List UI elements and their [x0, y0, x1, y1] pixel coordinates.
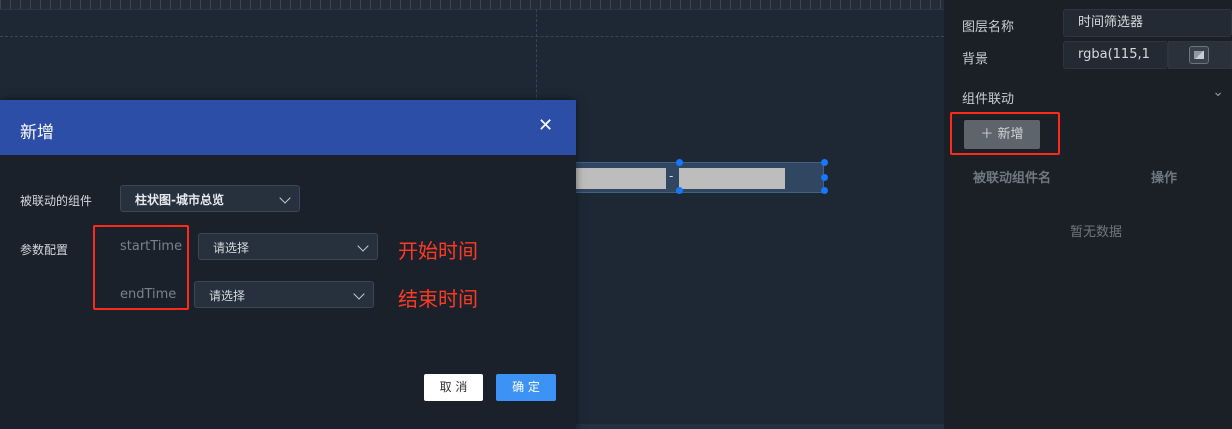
linked-component-label: 被联动的组件: [20, 194, 93, 208]
color-swatch-icon: [1189, 46, 1209, 64]
start-date-box: [576, 168, 666, 189]
add-linkage-button[interactable]: ＋ 新增: [964, 120, 1040, 149]
chevron-down-icon: ⌄: [1212, 84, 1224, 100]
resize-handle-top-right[interactable]: [821, 159, 828, 166]
table-header-actions: 操作: [1151, 171, 1178, 186]
resize-handle-right[interactable]: [821, 174, 828, 181]
background-color-input[interactable]: rgba(115,1: [1063, 41, 1168, 69]
chevron-down-icon: [279, 192, 291, 204]
resize-handle-bottom-right[interactable]: [821, 187, 828, 194]
end-time-select[interactable]: 请选择: [194, 281, 374, 308]
properties-panel: 图层名称 时间筛选器 背景 rgba(115,1 组件联动 ⌄ ＋ 新增 被联动…: [944, 0, 1232, 429]
empty-state-text: 暂无数据: [1070, 225, 1123, 240]
param-config-label: 参数配置: [20, 243, 69, 257]
close-icon[interactable]: ✕: [538, 117, 553, 135]
top-ruler: [0, 0, 944, 10]
background-label: 背景: [962, 52, 989, 67]
horizontal-guide-line: [0, 36, 944, 37]
dialog-title: 新增: [20, 123, 54, 143]
param-name-start: startTime: [120, 239, 183, 254]
dialog-header: 新增 ✕: [0, 100, 576, 155]
resize-handle-top[interactable]: [676, 159, 683, 166]
param-name-end: endTime: [120, 287, 177, 302]
end-date-box: [679, 168, 785, 189]
cancel-button[interactable]: 取 消: [424, 374, 483, 401]
layer-name-input[interactable]: 时间筛选器: [1063, 9, 1232, 37]
chevron-down-icon: [357, 240, 369, 252]
linkage-section-label: 组件联动: [962, 92, 1015, 107]
chevron-down-icon: [353, 288, 365, 300]
linked-component-value: 柱状图-城市总览: [135, 193, 224, 207]
table-header-component: 被联动组件名: [973, 171, 1052, 186]
resize-handle-bottom[interactable]: [676, 187, 683, 194]
start-time-select[interactable]: 请选择: [198, 233, 378, 260]
color-picker-button[interactable]: [1168, 41, 1232, 69]
add-linkage-dialog: 新增 ✕ 被联动的组件 柱状图-城市总览 参数配置 startTime 请选择 …: [0, 100, 576, 429]
start-time-annotation: 开始时间: [398, 239, 478, 263]
end-time-placeholder: 请选择: [209, 289, 246, 303]
time-filter-widget[interactable]: -: [560, 162, 824, 193]
date-range-separator: -: [669, 169, 674, 183]
linkage-section-header[interactable]: 组件联动 ⌄: [944, 82, 1232, 110]
start-time-placeholder: 请选择: [213, 241, 250, 255]
end-time-annotation: 结束时间: [398, 287, 478, 311]
layer-name-label: 图层名称: [962, 20, 1015, 35]
confirm-button[interactable]: 确 定: [496, 374, 556, 401]
linked-component-select[interactable]: 柱状图-城市总览: [120, 185, 300, 212]
